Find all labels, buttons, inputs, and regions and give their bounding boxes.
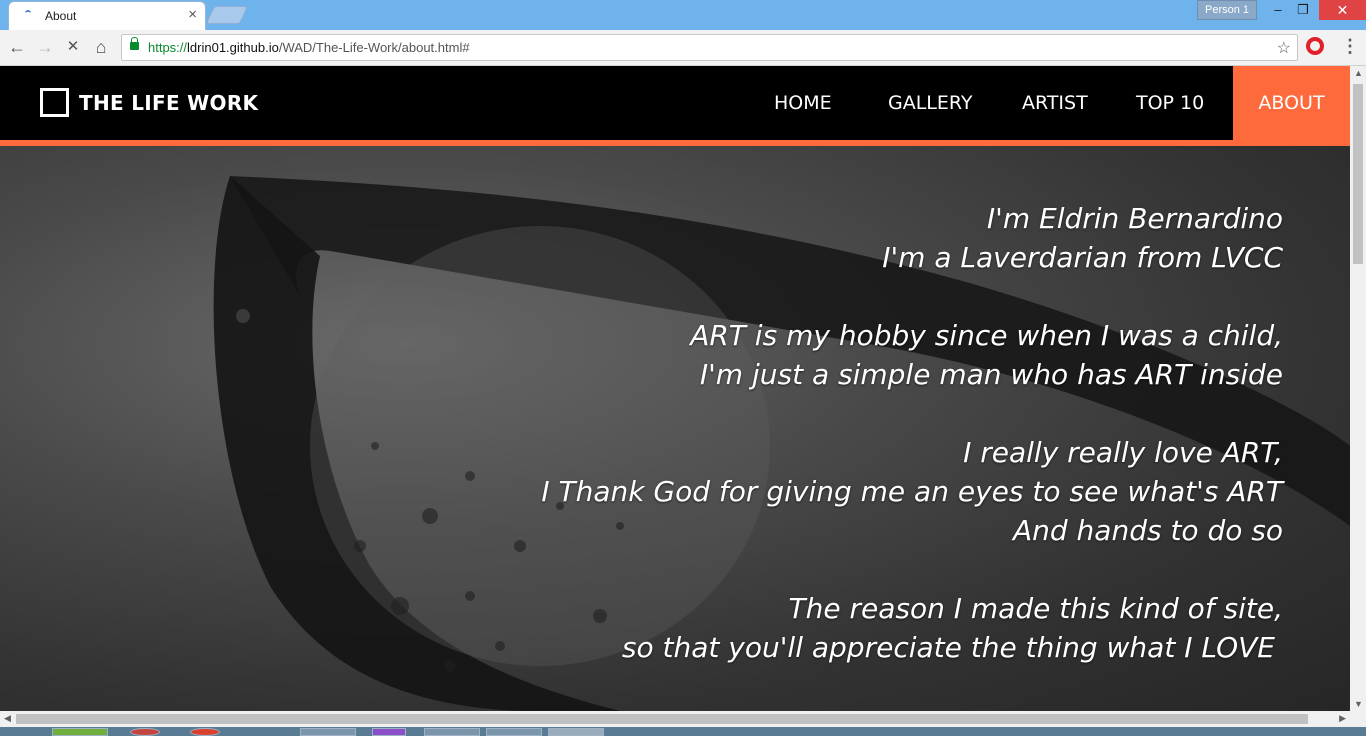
home-button[interactable]: ⌂ (90, 36, 112, 58)
bookmark-star-icon[interactable]: ☆ (1277, 38, 1291, 58)
taskbar-app-icon[interactable] (372, 728, 406, 736)
about-line: I really really love ART, (963, 436, 1283, 469)
about-line: so that you'll appreciate the thing what… (621, 631, 1275, 664)
horizontal-scroll-thumb[interactable] (16, 714, 1308, 724)
scroll-up-icon[interactable]: ▲ (1354, 68, 1363, 78)
new-tab-button[interactable] (205, 6, 249, 24)
scroll-down-icon[interactable]: ▼ (1354, 699, 1363, 709)
about-message: I'm Eldrin Bernardino I'm a Laverdarian … (541, 199, 1283, 667)
vertical-scroll-thumb[interactable] (1353, 84, 1363, 264)
browser-title-bar: About × Person 1 – ❐ ✕ (0, 0, 1366, 30)
about-line: And hands to do so (1012, 514, 1283, 547)
lock-icon (130, 37, 139, 50)
nav-home[interactable]: HOME (774, 66, 832, 140)
taskbar-app-icon[interactable] (300, 728, 356, 736)
taskbar-app-icon[interactable] (52, 728, 108, 736)
stop-button[interactable]: ✕ (62, 36, 84, 58)
taskbar-app-icon[interactable] (190, 728, 220, 736)
forward-button[interactable]: → (34, 36, 56, 58)
taskbar-app-icon[interactable] (486, 728, 542, 736)
url-text: https://ldrin01.github.io/WAD/The-Life-W… (148, 40, 470, 55)
page-viewport: THE LIFE WORK HOME GALLERY ARTIST TOP 10… (0, 66, 1350, 711)
profile-button[interactable]: Person 1 (1197, 0, 1257, 20)
about-line: I Thank God for giving me an eyes to see… (541, 475, 1283, 508)
nav-artist[interactable]: ARTIST (1022, 66, 1088, 140)
nav-about[interactable]: ABOUT (1233, 66, 1350, 140)
maximize-icon[interactable]: ❐ (1290, 0, 1316, 20)
tab-title: About (45, 9, 77, 23)
about-line: The reason I made this kind of site, (788, 592, 1284, 625)
loading-spinner-icon (25, 10, 31, 16)
logo-square-icon[interactable] (40, 88, 69, 117)
browser-menu-icon[interactable]: ⋮ (1340, 36, 1360, 58)
minimize-icon[interactable]: – (1265, 0, 1291, 20)
about-line: ART is my hobby since when I was a child… (690, 319, 1283, 352)
taskbar-app-icon[interactable] (424, 728, 480, 736)
opera-extension-icon[interactable] (1306, 37, 1324, 55)
about-line: I'm a Laverdarian from LVCC (882, 241, 1283, 274)
about-line: I'm Eldrin Bernardino (986, 202, 1283, 235)
taskbar-app-icon[interactable] (130, 728, 160, 736)
nav-top10[interactable]: TOP 10 (1136, 66, 1204, 140)
about-hero-background: I'm Eldrin Bernardino I'm a Laverdarian … (0, 146, 1350, 711)
about-line: I'm just a simple man who has ART inside (699, 358, 1283, 391)
nav-gallery[interactable]: GALLERY (888, 66, 973, 140)
address-bar[interactable]: https://ldrin01.github.io/WAD/The-Life-W… (121, 34, 1298, 61)
vertical-scrollbar[interactable]: ▲ ▼ (1350, 66, 1366, 711)
back-button[interactable]: ← (6, 36, 28, 58)
horizontal-scrollbar[interactable]: ◀ ▶ (0, 711, 1366, 727)
window-close-icon[interactable]: ✕ (1319, 0, 1366, 20)
site-header: THE LIFE WORK HOME GALLERY ARTIST TOP 10… (0, 66, 1350, 140)
tab-close-icon[interactable]: × (188, 7, 197, 23)
browser-toolbar: ← → ✕ ⌂ https://ldrin01.github.io/WAD/Th… (0, 30, 1366, 66)
site-logo[interactable]: THE LIFE WORK (79, 91, 258, 115)
scroll-left-icon[interactable]: ◀ (4, 713, 11, 724)
browser-tab-active[interactable]: About × (8, 1, 206, 30)
taskbar-app-icon[interactable] (548, 728, 604, 736)
scroll-right-icon[interactable]: ▶ (1339, 713, 1346, 724)
os-taskbar (0, 727, 1366, 736)
